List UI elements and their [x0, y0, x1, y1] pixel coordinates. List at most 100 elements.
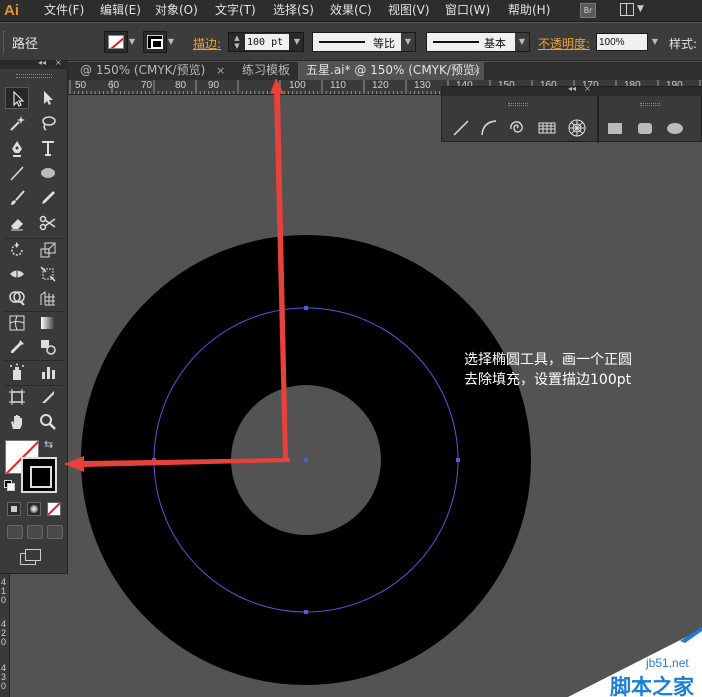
- paintbrush-tool-icon[interactable]: [5, 187, 29, 209]
- collapse-icon[interactable]: ◂◂: [38, 58, 46, 67]
- rectangular-grid-tool-icon[interactable]: [536, 117, 558, 139]
- artboard-tool-icon[interactable]: [5, 386, 29, 408]
- panel-grip[interactable]: [640, 103, 660, 106]
- arrange-documents-button[interactable]: ▼: [620, 3, 646, 18]
- rectangle-tool-icon[interactable]: [604, 117, 626, 139]
- weight-stepper[interactable]: ▲ ▼: [231, 34, 243, 50]
- color-mode-button[interactable]: [7, 502, 21, 516]
- panel-grip[interactable]: [508, 103, 528, 106]
- menu-type[interactable]: 文字(T): [215, 0, 256, 21]
- fill-color-swatch[interactable]: [104, 31, 128, 53]
- symbol-sprayer-tool-icon[interactable]: [5, 361, 29, 383]
- ellipse-tool-icon[interactable]: [664, 117, 686, 139]
- pencil-tool-icon[interactable]: [36, 187, 60, 209]
- stroke-dropdown-caret[interactable]: ▼: [165, 31, 177, 53]
- variable-width-profile-dropdown[interactable]: 等比 ▼: [312, 32, 416, 52]
- rotate-tool-icon[interactable]: [5, 239, 29, 261]
- anchor-point-left[interactable]: [152, 458, 156, 462]
- close-icon[interactable]: ×: [216, 62, 225, 79]
- opacity-input[interactable]: [596, 33, 648, 51]
- brush-definition-dropdown[interactable]: 基本 ▼: [426, 32, 530, 52]
- center-point[interactable]: [304, 458, 308, 462]
- tab-document-active[interactable]: 五星.ai* @ 150% (CMYK/预览) ×: [298, 62, 484, 80]
- eraser-tool-icon[interactable]: [5, 212, 29, 234]
- eyedropper-tool-icon[interactable]: [5, 336, 29, 358]
- menu-effect[interactable]: 效果(C): [330, 0, 372, 21]
- artboard-canvas[interactable]: [10, 96, 702, 697]
- anchor-point-top[interactable]: [304, 306, 308, 310]
- menu-help[interactable]: 帮助(H): [508, 0, 550, 21]
- line-tool-icon[interactable]: [450, 117, 472, 139]
- panel-header[interactable]: ◂◂ ×: [442, 84, 702, 96]
- vertical-ruler[interactable]: 4 1 0 4 2 0 4 3 0: [0, 574, 10, 697]
- opacity-label[interactable]: 不透明度:: [538, 35, 590, 52]
- collapse-icon[interactable]: ◂◂: [568, 84, 576, 93]
- magic-wand-tool-icon[interactable]: [5, 112, 29, 134]
- arc-tool-icon[interactable]: [478, 117, 500, 139]
- menu-window[interactable]: 窗口(W): [445, 0, 490, 21]
- pen-tool-icon[interactable]: [5, 137, 29, 159]
- fill-stroke-widget: ⇆: [0, 437, 68, 499]
- type-tool-icon[interactable]: [36, 137, 60, 159]
- tab-document-1[interactable]: @ 150% (CMYK/预览) ×: [68, 62, 226, 80]
- gradient-mode-button[interactable]: [27, 502, 41, 516]
- scissors-tool-icon[interactable]: [36, 212, 60, 234]
- menu-select[interactable]: 选择(S): [273, 0, 314, 21]
- column-graph-tool-icon[interactable]: [36, 361, 60, 383]
- draw-normal-button[interactable]: [7, 525, 23, 539]
- shape-builder-tool-icon[interactable]: [5, 287, 29, 309]
- perspective-grid-tool-icon[interactable]: [36, 287, 60, 309]
- spiral-tool-icon[interactable]: [506, 117, 528, 139]
- opacity-dropdown-caret[interactable]: ▼: [648, 33, 662, 51]
- rounded-rectangle-tool-icon[interactable]: [634, 117, 656, 139]
- panel-grip[interactable]: [3, 31, 6, 53]
- stroke-label[interactable]: 描边:: [193, 35, 221, 52]
- document-tab-bar: @ 150% (CMYK/预览) × 练习模板 五星.ai* @ 150% (C…: [68, 62, 702, 80]
- selection-tool-icon[interactable]: [5, 87, 29, 109]
- stroke-swatch-black[interactable]: [21, 457, 57, 493]
- arrange-documents-icon: [620, 3, 634, 16]
- none-mode-button[interactable]: [47, 502, 61, 516]
- selection-type-label: 路径: [12, 37, 39, 52]
- menu-file[interactable]: 文件(F): [44, 0, 84, 21]
- ruler-label: 70: [141, 80, 153, 91]
- stroke-color-icon: [147, 35, 163, 49]
- free-transform-tool-icon[interactable]: [36, 263, 60, 285]
- close-icon[interactable]: ×: [472, 62, 481, 79]
- draw-inside-button[interactable]: [47, 525, 63, 539]
- ellipse-tool-icon[interactable]: [36, 162, 60, 184]
- stroke-weight-input[interactable]: [245, 34, 289, 50]
- slice-tool-icon[interactable]: [36, 386, 60, 408]
- blend-tool-icon[interactable]: [36, 336, 60, 358]
- swap-fill-stroke-icon[interactable]: ⇆: [44, 438, 53, 451]
- screen-mode-icon[interactable]: [20, 549, 42, 565]
- menu-edit[interactable]: 编辑(E): [100, 0, 141, 21]
- close-icon[interactable]: ×: [584, 84, 591, 93]
- direct-selection-tool-icon[interactable]: [36, 87, 60, 109]
- fill-dropdown-caret[interactable]: ▼: [126, 31, 138, 53]
- bridge-button[interactable]: Br: [580, 3, 596, 18]
- polar-grid-tool-icon[interactable]: [566, 117, 588, 139]
- zoom-tool-icon[interactable]: [36, 411, 60, 433]
- tools-panel-header[interactable]: ◂◂ ×: [0, 58, 68, 69]
- menu-object[interactable]: 对象(O): [155, 0, 198, 21]
- mesh-tool-icon[interactable]: [5, 312, 29, 334]
- gradient-tool-icon[interactable]: [36, 312, 60, 334]
- close-icon[interactable]: ×: [55, 58, 62, 67]
- menu-view[interactable]: 视图(V): [388, 0, 430, 21]
- width-tool-icon[interactable]: [5, 263, 29, 285]
- stroke-weight-field: ▲▼ ▼: [228, 32, 304, 52]
- anchor-point-right[interactable]: [456, 458, 460, 462]
- anchor-point-bottom[interactable]: [304, 610, 308, 614]
- ruler-label: 110: [330, 80, 346, 91]
- panel-grip[interactable]: [16, 74, 52, 78]
- annotation-line-1: 选择椭圆工具，画一个正圆: [464, 352, 632, 368]
- stroke-color-swatch[interactable]: [143, 31, 167, 53]
- hand-tool-icon[interactable]: [5, 411, 29, 433]
- draw-behind-button[interactable]: [27, 525, 43, 539]
- weight-dropdown-caret[interactable]: ▼: [291, 34, 303, 50]
- lasso-tool-icon[interactable]: [36, 112, 60, 134]
- scale-tool-icon[interactable]: [36, 239, 60, 261]
- default-fill-stroke-icon[interactable]: [4, 480, 15, 491]
- line-segment-tool-icon[interactable]: [5, 162, 29, 184]
